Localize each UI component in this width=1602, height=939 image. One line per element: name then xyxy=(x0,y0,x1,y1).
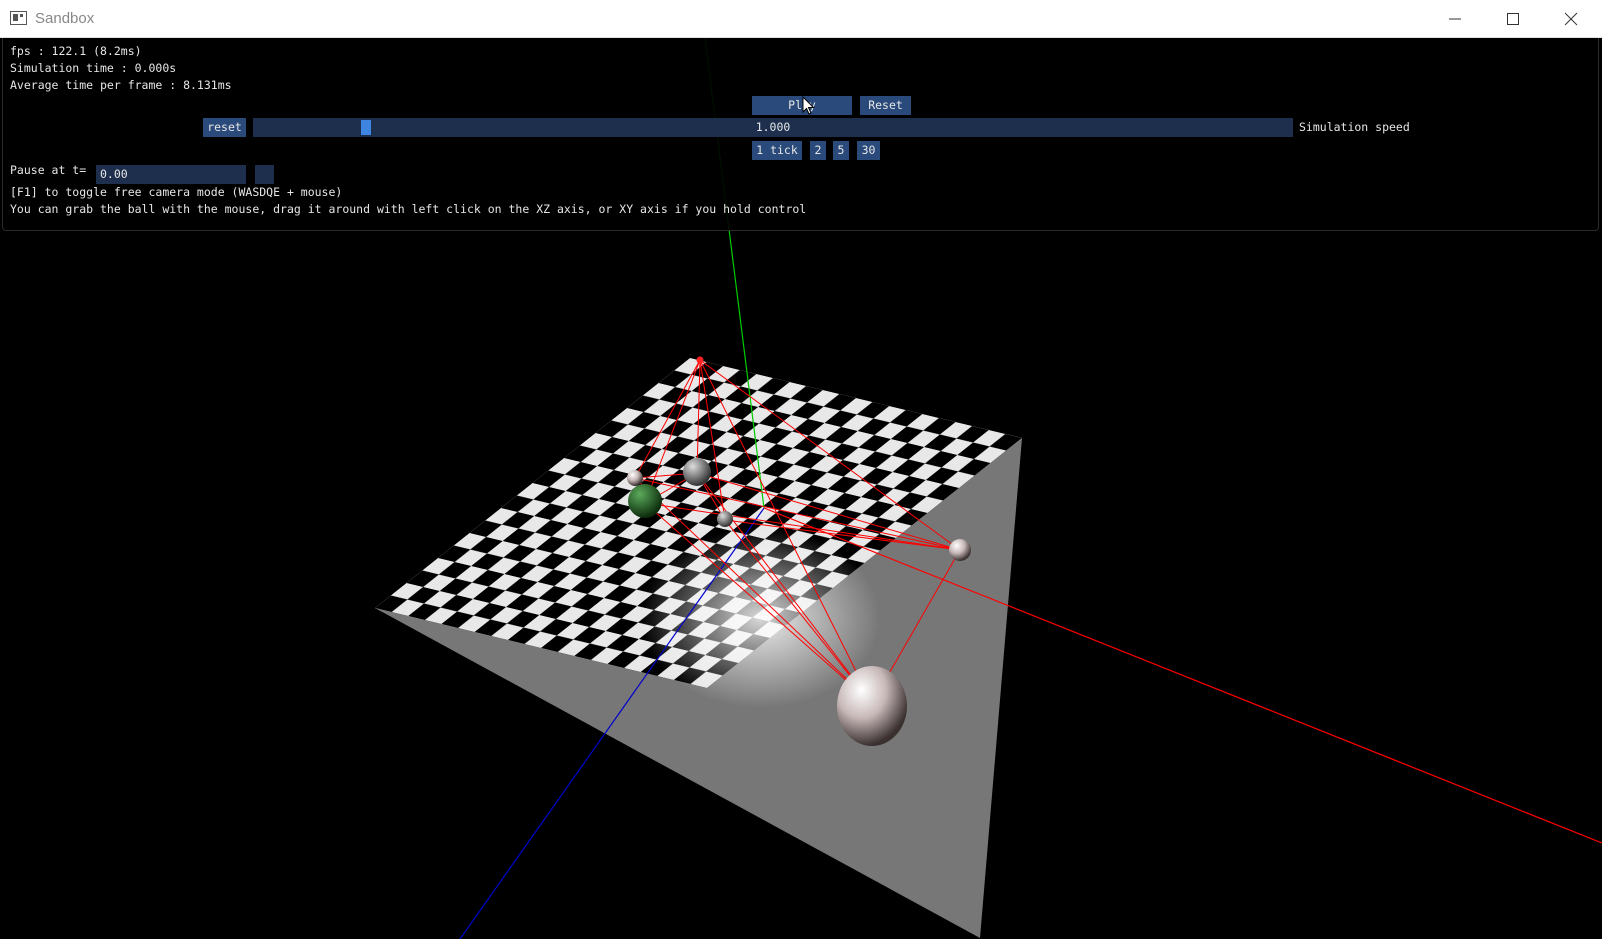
pause-at-apply-button[interactable] xyxy=(255,165,274,184)
average-frame-time-text: Average time per frame : 8.131ms xyxy=(10,78,232,92)
pause-at-input[interactable]: 0.00 xyxy=(96,165,246,184)
app-window-icon xyxy=(10,11,27,25)
speed-reset-button[interactable]: reset xyxy=(203,118,246,137)
pause-at-label: Pause at t= xyxy=(10,163,87,177)
3d-viewport[interactable]: fps : 122.1 (8.2ms) Simulation time : 0.… xyxy=(0,38,1602,939)
close-icon xyxy=(1564,12,1578,26)
checkerboard-floor xyxy=(375,358,1023,938)
ball-small-grey[interactable] xyxy=(717,511,733,527)
grab-help-text: You can grab the ball with the mouse, dr… xyxy=(10,202,807,216)
ball-small-white[interactable] xyxy=(627,470,643,486)
minimize-icon xyxy=(1449,18,1461,20)
window-titlebar[interactable]: Sandbox xyxy=(0,0,1602,38)
debug-panel: fps : 122.1 (8.2ms) Simulation time : 0.… xyxy=(2,38,1599,231)
camera-help-text: [F1] to toggle free camera mode (WASDQE … xyxy=(10,185,343,199)
step-1-tick-button[interactable]: 1 tick xyxy=(752,141,802,160)
maximize-button[interactable] xyxy=(1490,0,1536,38)
ball-green[interactable] xyxy=(628,484,662,518)
simulation-speed-label: Simulation speed xyxy=(1299,120,1410,134)
simulation-speed-slider[interactable]: 1.000 xyxy=(253,118,1293,137)
step-30-button[interactable]: 30 xyxy=(857,141,880,160)
simulation-time-text: Simulation time : 0.000s xyxy=(10,61,177,75)
simulation-speed-value: 1.000 xyxy=(755,120,791,134)
step-5-button[interactable]: 5 xyxy=(833,141,849,160)
window-title: Sandbox xyxy=(35,10,95,27)
step-2-button[interactable]: 2 xyxy=(810,141,826,160)
ball-right-white[interactable] xyxy=(949,539,971,561)
mouse-cursor-icon xyxy=(802,96,815,115)
anchor-point[interactable] xyxy=(696,356,704,364)
fps-text: fps : 122.1 (8.2ms) xyxy=(10,44,142,58)
reset-button[interactable]: Reset xyxy=(860,96,911,115)
close-button[interactable] xyxy=(1548,0,1594,38)
ball-grey[interactable] xyxy=(683,458,711,486)
maximize-icon xyxy=(1507,13,1519,25)
ball-large-white[interactable] xyxy=(837,666,907,746)
minimize-button[interactable] xyxy=(1432,0,1478,38)
